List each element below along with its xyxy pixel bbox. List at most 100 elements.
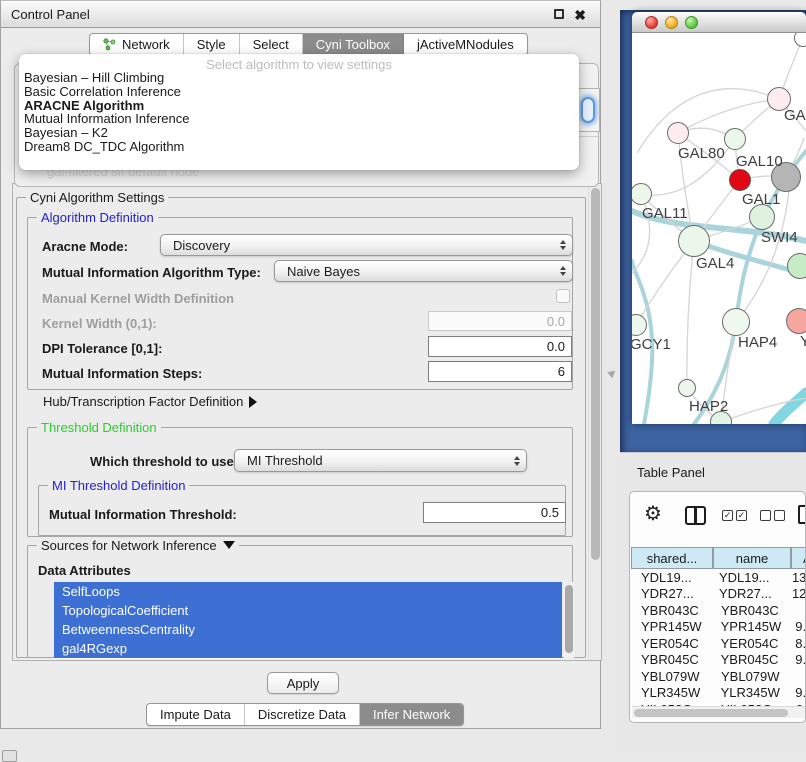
network-node-gal1-selected[interactable]	[729, 169, 751, 191]
tab-cyni-toolbox-label: Cyni Toolbox	[316, 37, 390, 52]
hub-tf-expander[interactable]: Hub/Transcription Factor Definition	[43, 394, 257, 409]
node-label: GAL1	[742, 191, 780, 208]
tab-network[interactable]: Network	[90, 34, 184, 55]
document-icon[interactable]	[798, 505, 806, 524]
sources-title[interactable]: Sources for Network Inference	[37, 538, 239, 553]
algorithm-option-mutual-information[interactable]: Mutual Information Inference	[24, 112, 574, 126]
cell-name: YDL19...	[711, 570, 787, 585]
mi-steps-field[interactable]: 6	[428, 361, 572, 382]
network-node-gal80[interactable]	[667, 122, 689, 144]
network-node-gal10[interactable]	[724, 128, 746, 150]
column-header-name[interactable]: name	[713, 547, 791, 569]
table-row[interactable]: YBL079W YBL079W	[631, 668, 806, 685]
network-window-titlebar[interactable]	[632, 12, 806, 33]
network-canvas[interactable]: GAL GAL80 GAL10 GAL1 GAL11 SWI4 GAL4 GCY…	[632, 33, 806, 424]
algorithm-option-aracne[interactable]: ARACNE Algorithm	[24, 99, 574, 113]
cell-shared-name: YPR145W	[631, 619, 713, 634]
which-threshold-combo[interactable]: MI Threshold	[234, 449, 527, 472]
mi-algorithm-type-label: Mutual Information Algorithm Type:	[42, 265, 261, 280]
table-row[interactable]: YER054C YER054C 8.	[631, 635, 806, 652]
table-row[interactable]: YPR145W YPR145W 9.	[631, 619, 806, 636]
column-view-icon[interactable]	[685, 506, 706, 525]
network-node-hap4[interactable]	[722, 308, 750, 336]
cell-shared-name: YBR043C	[631, 603, 713, 618]
dpi-tolerance-field[interactable]: 0.0	[428, 336, 572, 357]
hub-tf-label: Hub/Transcription Factor Definition	[43, 394, 243, 409]
control-panel-tab-bar: Network Style Select Cyni Toolbox jActiv…	[89, 33, 528, 56]
algorithm-option-dream8[interactable]: Dream8 DC_TDC Algorithm	[24, 140, 574, 154]
algorithm-option-basic-correlation[interactable]: Basic Correlation Inference	[24, 85, 574, 99]
attribute-item-selfloops[interactable]: SelfLoops	[54, 582, 562, 601]
tab-jactivemnodules[interactable]: jActiveMNodules	[404, 34, 527, 55]
cell-shared-name: YLR345W	[631, 685, 713, 700]
table-row[interactable]: YDR27... YDR27... 12	[631, 586, 806, 603]
settings-scrollbar-thumb[interactable]	[591, 188, 600, 560]
algorithm-option-bayesian-hill-climbing[interactable]: Bayesian – Hill Climbing	[24, 71, 574, 85]
table-row[interactable]: YLR345W YLR345W 9.	[631, 685, 806, 702]
apply-button-label: Apply	[287, 676, 320, 691]
network-node-hap2[interactable]	[678, 379, 696, 397]
cell-value: 12	[787, 586, 806, 601]
apply-button[interactable]: Apply	[267, 672, 339, 694]
table-scrollbar-thumb[interactable]	[634, 709, 788, 717]
network-node-green-right[interactable]	[787, 253, 806, 279]
network-node-salmon[interactable]	[786, 308, 806, 334]
mi-algorithm-type-combo[interactable]: Naive Bayes	[274, 260, 573, 282]
tab-select[interactable]: Select	[240, 34, 303, 55]
algorithm-option-bayesian-k2[interactable]: Bayesian – K2	[24, 126, 574, 140]
settings-vertical-scrollbar[interactable]	[588, 185, 601, 659]
tab-infer-network-label: Infer Network	[373, 707, 450, 722]
gear-icon[interactable]: ⚙	[644, 504, 662, 524]
cell-shared-name: YBL079W	[631, 669, 713, 684]
cell-shared-name: YER054C	[631, 636, 713, 651]
cyni-algorithm-settings-title: Cyni Algorithm Settings	[26, 190, 168, 205]
select-all-checkboxes-icon[interactable]: ✓✓	[722, 510, 747, 521]
deselect-all-checkboxes-icon[interactable]	[760, 510, 785, 521]
attribute-item-gal4rgexp[interactable]: gal4RGexp	[54, 639, 562, 658]
cell-value: 9.	[790, 652, 806, 667]
tab-infer-network[interactable]: Infer Network	[360, 704, 463, 725]
focused-combo-remnant[interactable]	[581, 97, 595, 123]
table-horizontal-scrollbar[interactable]	[632, 706, 805, 718]
mi-threshold-value: 0.5	[541, 505, 559, 520]
table-row[interactable]: YBR043C YBR043C	[631, 602, 806, 619]
tab-select-label: Select	[253, 37, 289, 52]
tab-discretize-data-label: Discretize Data	[258, 707, 346, 722]
kernel-width-label: Kernel Width (0,1):	[42, 316, 157, 331]
table-row[interactable]: YDL19... YDL19... 13	[631, 569, 806, 586]
zoom-traffic-light[interactable]	[685, 16, 698, 29]
close-traffic-light[interactable]	[645, 16, 658, 29]
minimized-panel-icon[interactable]	[2, 750, 17, 762]
mi-threshold-field[interactable]: 0.5	[423, 502, 566, 523]
table-panel-inner: ⚙ ✓✓ shared... name A YDL19... YDL19.	[629, 491, 806, 723]
tab-impute-data[interactable]: Impute Data	[147, 704, 245, 725]
column-header-shared-name[interactable]: shared...	[631, 547, 713, 569]
network-node-gal4[interactable]	[678, 225, 710, 257]
cell-name: YDR27...	[711, 586, 787, 601]
table-panel: Table Panel ⚙ ✓✓ shared... name A Y	[620, 452, 806, 752]
tab-discretize-data[interactable]: Discretize Data	[245, 704, 360, 725]
aracne-mode-combo[interactable]: Discovery	[160, 234, 573, 256]
which-threshold-label: Which threshold to use:	[90, 454, 238, 469]
cyni-settings-scrollpane: Cyni Algorithm Settings Algorithm Defini…	[12, 183, 602, 661]
expand-arrow-icon	[249, 396, 257, 408]
tab-style[interactable]: Style	[184, 34, 240, 55]
restore-icon[interactable]	[554, 9, 564, 19]
attribute-item-betweennesscentrality[interactable]: BetweennessCentrality	[54, 620, 562, 639]
algorithm-dropdown-popup: Select algorithm to view settings Bayesi…	[19, 54, 579, 170]
column-header-clipped[interactable]: A	[791, 547, 806, 569]
attributes-scrollbar-thumb[interactable]	[565, 585, 573, 653]
close-icon[interactable]: ✖	[574, 10, 586, 20]
table-row[interactable]: YBR045C YBR045C 9.	[631, 652, 806, 669]
node-label: SWI4	[761, 229, 798, 246]
column-header-label: name	[736, 551, 769, 566]
tab-cyni-toolbox[interactable]: Cyni Toolbox	[303, 34, 404, 55]
cyni-bottom-tab-bar: Impute Data Discretize Data Infer Networ…	[146, 703, 464, 726]
combo-stepper-icon	[514, 456, 520, 466]
minimize-traffic-light[interactable]	[665, 16, 678, 29]
aracne-mode-value: Discovery	[173, 238, 230, 253]
attributes-list-scrollbar[interactable]	[564, 582, 574, 659]
control-panel-window: Control Panel ✖ Network Style Select	[0, 0, 601, 729]
data-attributes-label: Data Attributes	[38, 563, 131, 578]
attribute-item-topologicalcoefficient[interactable]: TopologicalCoefficient	[54, 601, 562, 620]
